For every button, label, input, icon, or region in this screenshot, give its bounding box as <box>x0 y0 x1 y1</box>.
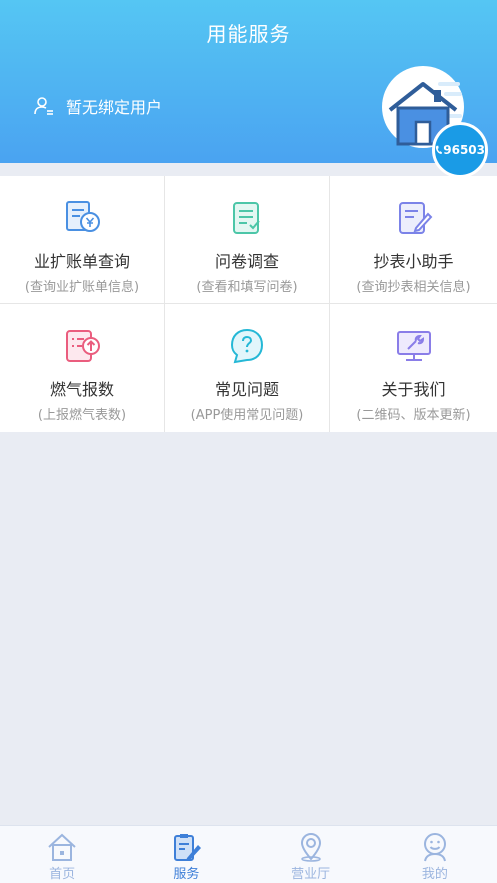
phone-icon <box>435 145 442 154</box>
profile-icon <box>423 833 446 862</box>
service-item-meter-assistant[interactable]: 抄表小助手 (查询抄表相关信息) <box>330 176 497 304</box>
location-icon <box>300 832 321 862</box>
service-item-bill-query[interactable]: 业扩账单查询 (查询业扩账单信息) <box>0 176 165 304</box>
page-title: 用能服务 <box>206 22 291 46</box>
service-title: 抄表小助手 <box>373 252 454 271</box>
service-subtitle: (APP使用常见问题) <box>190 408 304 423</box>
home-icon <box>48 833 76 861</box>
survey-icon <box>233 202 260 234</box>
tab-label: 我的 <box>421 867 448 882</box>
service-grid: 业扩账单查询 (查询业扩账单信息) 问卷调查 (查看和填写问卷) 抄表小助手 (… <box>0 176 497 432</box>
service-subtitle: (查询业扩账单信息) <box>24 280 140 295</box>
tab-label: 营业厅 <box>291 867 331 882</box>
bill-icon <box>66 201 100 232</box>
service-title: 关于我们 <box>381 380 446 399</box>
user-icon <box>34 97 53 115</box>
header: 用能服务 暂无绑定用户 96503 <box>0 0 497 178</box>
service-subtitle: (查看和填写问卷) <box>196 280 298 295</box>
monitor-tools-icon <box>396 331 431 361</box>
service-subtitle: (上报燃气表数) <box>37 408 127 423</box>
tab-service[interactable]: 服务 <box>124 826 248 883</box>
service-item-survey[interactable]: 问卷调查 (查看和填写问卷) <box>165 176 330 304</box>
bind-user-row[interactable]: 暂无绑定用户 <box>34 94 162 118</box>
service-item-gas-report[interactable]: 燃气报数 (上报燃气表数) <box>0 304 165 432</box>
meter-edit-icon <box>398 202 432 234</box>
service-subtitle: (二维码、版本更新) <box>356 408 471 423</box>
tab-label: 首页 <box>49 867 76 882</box>
service-icon <box>174 834 202 861</box>
service-subtitle: (查询抄表相关信息) <box>356 280 471 295</box>
question-icon <box>230 328 264 364</box>
tab-mine[interactable]: 我的 <box>373 826 497 883</box>
hotline-number: 96503 <box>443 143 485 157</box>
service-title: 问卷调查 <box>214 252 279 271</box>
upload-report-icon <box>66 330 100 362</box>
user-status-text: 暂无绑定用户 <box>66 98 163 117</box>
hotline-button[interactable]: 96503 <box>432 122 488 178</box>
service-title: 业扩账单查询 <box>33 252 130 271</box>
service-item-about-us[interactable]: 关于我们 (二维码、版本更新) <box>330 304 497 432</box>
tab-home[interactable]: 首页 <box>0 826 124 883</box>
tab-label: 服务 <box>173 867 200 882</box>
service-title: 常见问题 <box>214 380 279 399</box>
service-title: 燃气报数 <box>49 380 114 399</box>
bottom-tab-bar: 首页 服务 营业厅 我的 <box>0 825 497 883</box>
service-item-faq[interactable]: 常见问题 (APP使用常见问题) <box>165 304 330 432</box>
tab-hall[interactable]: 营业厅 <box>249 826 373 883</box>
